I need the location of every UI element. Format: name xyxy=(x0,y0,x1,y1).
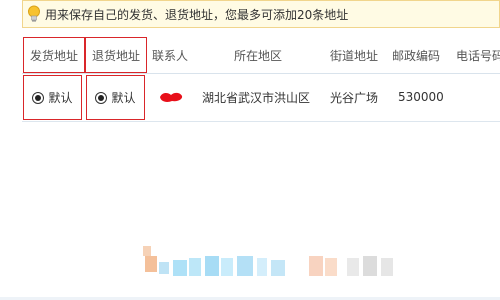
region-cell: 湖北省武汉市洪山区 xyxy=(202,90,311,105)
notice-bar: 用来保存自己的发货、退货地址，您最多可添加20条地址 xyxy=(22,0,500,28)
notice-text: 用来保存自己的发货、退货地址，您最多可添加20条地址 xyxy=(45,7,349,22)
return-default-radio[interactable]: 默认 xyxy=(86,75,145,120)
blurred-watermark xyxy=(143,246,393,276)
header-region: 所在地区 xyxy=(234,48,283,63)
street-cell: 光谷广场 xyxy=(330,90,379,105)
header-return-address: 退货地址 xyxy=(85,37,147,73)
header-phone: 电话号码 xyxy=(456,48,500,63)
contact-cell xyxy=(158,73,198,121)
header-street: 街道地址 xyxy=(330,48,379,63)
header-contact: 联系人 xyxy=(152,48,189,63)
radio-selected-icon[interactable] xyxy=(95,91,108,104)
table-row: 默认 默认 湖北省武汉市洪山区 光谷广场 530000 xyxy=(22,73,500,122)
redacted-mark xyxy=(160,92,183,102)
header-postal: 邮政编码 xyxy=(392,48,441,63)
header-ship-address: 发货地址 xyxy=(23,37,85,73)
table-header: 发货地址 退货地址 联系人 所在地区 街道地址 邮政编码 电话号码 xyxy=(22,37,500,74)
radio-selected-icon[interactable] xyxy=(32,91,45,104)
lightbulb-icon xyxy=(28,5,40,22)
postal-cell: 530000 xyxy=(398,90,444,104)
address-table: 发货地址 退货地址 联系人 所在地区 街道地址 邮政编码 电话号码 默认 默认 … xyxy=(22,37,500,123)
ship-default-radio[interactable]: 默认 xyxy=(23,75,82,120)
